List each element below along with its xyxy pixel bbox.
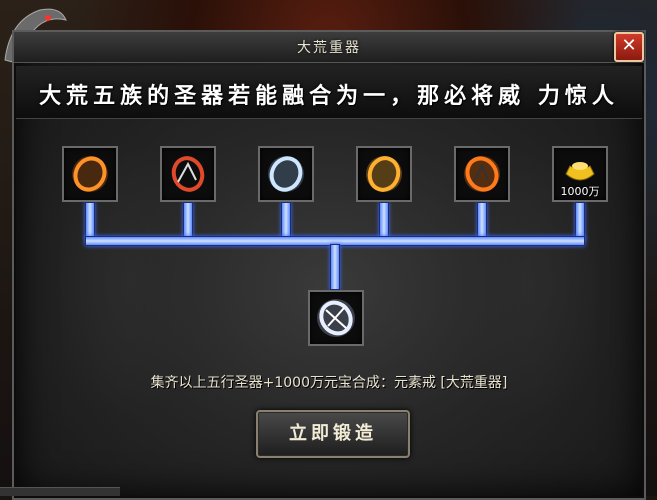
recipe-description: 集齐以上五行圣器+1000万元宝合成：元素戒 [大荒重器]	[150, 375, 508, 391]
material-slot-5[interactable]	[454, 146, 510, 202]
connector-line	[183, 202, 193, 240]
dialog-titlebar: 大荒重器	[14, 32, 644, 63]
result-slot[interactable]	[308, 290, 364, 346]
connector-line	[477, 202, 487, 240]
dragon-ring-icon	[171, 156, 205, 192]
banner-text: 大荒五族的圣器若能融合为一，那必将威 力惊人	[39, 83, 619, 109]
connector-line	[379, 202, 389, 240]
lore-banner: 大荒五族的圣器若能融合为一，那必将威 力惊人	[16, 66, 642, 119]
blaze-ring-icon	[464, 156, 500, 192]
dialog-title: 大荒重器	[297, 40, 361, 56]
item-quantity: 1000万	[560, 185, 600, 198]
element-ring-icon	[317, 299, 355, 337]
material-slot-1[interactable]	[62, 146, 118, 202]
golden-ring-icon	[366, 156, 402, 192]
connector-line	[85, 202, 95, 240]
forge-now-button[interactable]: 立即锻造	[256, 410, 410, 458]
material-slot-2[interactable]	[160, 146, 216, 202]
bottom-toolbar	[0, 487, 120, 496]
material-slot-4[interactable]	[356, 146, 412, 202]
material-slot-3[interactable]	[258, 146, 314, 202]
frost-ring-icon	[268, 156, 304, 192]
connector-line	[330, 244, 340, 290]
forge-dialog: 大荒重器 ✕ 大荒五族的圣器若能融合为一，那必将威 力惊人 1000万 集齐以上…	[12, 30, 646, 500]
close-button[interactable]: ✕	[614, 32, 644, 62]
fire-ring-icon	[72, 156, 108, 192]
material-slot-6[interactable]: 1000万	[552, 146, 608, 202]
connector-line	[281, 202, 291, 240]
connector-line	[575, 202, 585, 240]
close-icon: ✕	[621, 35, 637, 56]
